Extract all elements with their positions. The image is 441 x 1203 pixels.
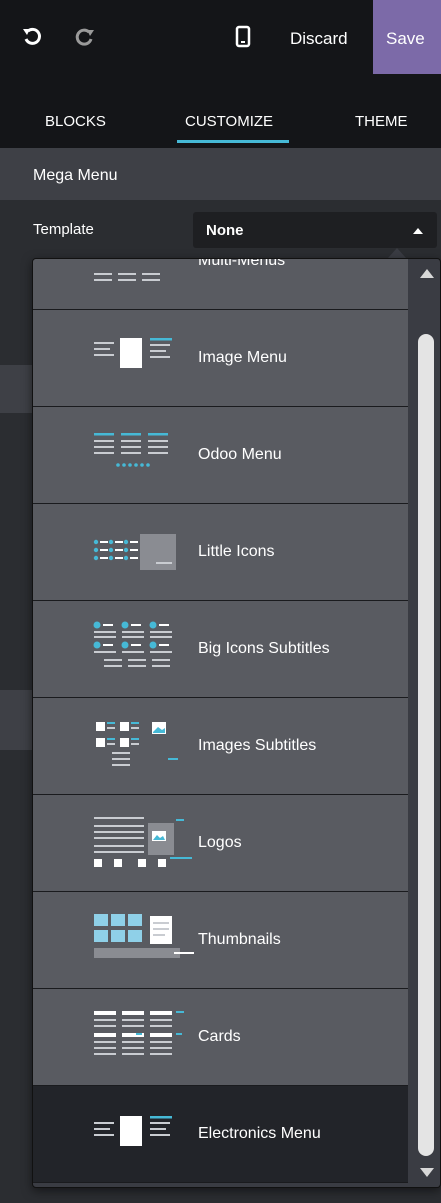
dropdown-item-electronics-menu[interactable]: Electronics Menu [33,1086,408,1183]
little-icons-icon [93,534,176,570]
scroll-down-arrow-icon[interactable] [420,1168,434,1177]
scroll-up-arrow-icon[interactable] [420,269,434,278]
dropdown-scrollbar[interactable] [413,259,439,1187]
panel-tabs: BLOCKS CUSTOMIZE THEME [0,74,441,148]
tab-customize[interactable]: CUSTOMIZE [185,74,273,148]
option-label: Template [33,221,94,238]
discard-button[interactable]: Discard [290,0,348,74]
caret-up-icon [413,228,423,234]
section-title: Mega Menu [33,167,118,184]
template-select[interactable]: None [193,212,437,248]
dropdown-item-label: Big Icons Subtitles [198,640,330,657]
image-menu-icon [94,338,172,368]
dropdown-item-image-menu[interactable]: Image Menu [33,310,408,407]
cards-icon [94,1011,184,1055]
dropdown-item-odoo-menu[interactable]: Odoo Menu [33,407,408,504]
dropdown-item-label: Electronics Menu [198,1125,321,1142]
dropdown-item-label: Little Icons [198,543,275,560]
section-header: Mega Menu [0,148,441,200]
dropdown-item-label: Multi-Menus [198,258,286,269]
undo-icon[interactable] [20,22,44,52]
dropdown-item-little-icons[interactable]: Little Icons [33,504,408,601]
thumbnails-icon [94,914,194,958]
dropdown-item-label: Images Subtitles [198,737,317,754]
logos-icon [94,817,192,867]
electronics-menu-icon [94,1116,172,1146]
redo-icon[interactable] [73,22,97,52]
tab-theme[interactable]: THEME [355,74,408,148]
odoo-menu-icon [94,433,168,467]
dropdown-item-label: Logos [198,834,242,851]
active-tab-indicator [177,140,289,143]
dropdown-item-cards[interactable]: Cards [33,989,408,1086]
template-select-value: None [206,222,244,239]
dropdown-item-label: Odoo Menu [198,446,282,463]
dropdown-item-multi-menus[interactable]: Multi-Menus [33,258,408,310]
dropdown-item-label: Thumbnails [198,931,281,948]
dropdown-item-logos[interactable]: Logos [33,795,408,892]
editor-toolbar: Discard Save [0,0,441,74]
scrollbar-thumb[interactable] [418,334,434,1156]
dropdown-item-images-subtitles[interactable]: Images Subtitles [33,698,408,795]
big-icons-subtitles-icon [93,621,172,667]
multi-menus-icon [94,273,160,281]
dropdown-item-label: Cards [198,1028,241,1045]
images-subtitles-icon [96,722,178,766]
dropdown-item-thumbnails[interactable]: Thumbnails [33,892,408,989]
mobile-preview-icon[interactable] [234,22,252,52]
dropdown-item-big-icons-subtitles[interactable]: Big Icons Subtitles [33,601,408,698]
template-dropdown: Multi-Menus Image Menu Odoo Menu Little … [32,258,441,1188]
save-button[interactable]: Save [373,0,441,74]
dropdown-item-label: Image Menu [198,349,287,366]
tab-blocks[interactable]: BLOCKS [45,74,106,148]
dropdown-pointer [388,248,406,258]
